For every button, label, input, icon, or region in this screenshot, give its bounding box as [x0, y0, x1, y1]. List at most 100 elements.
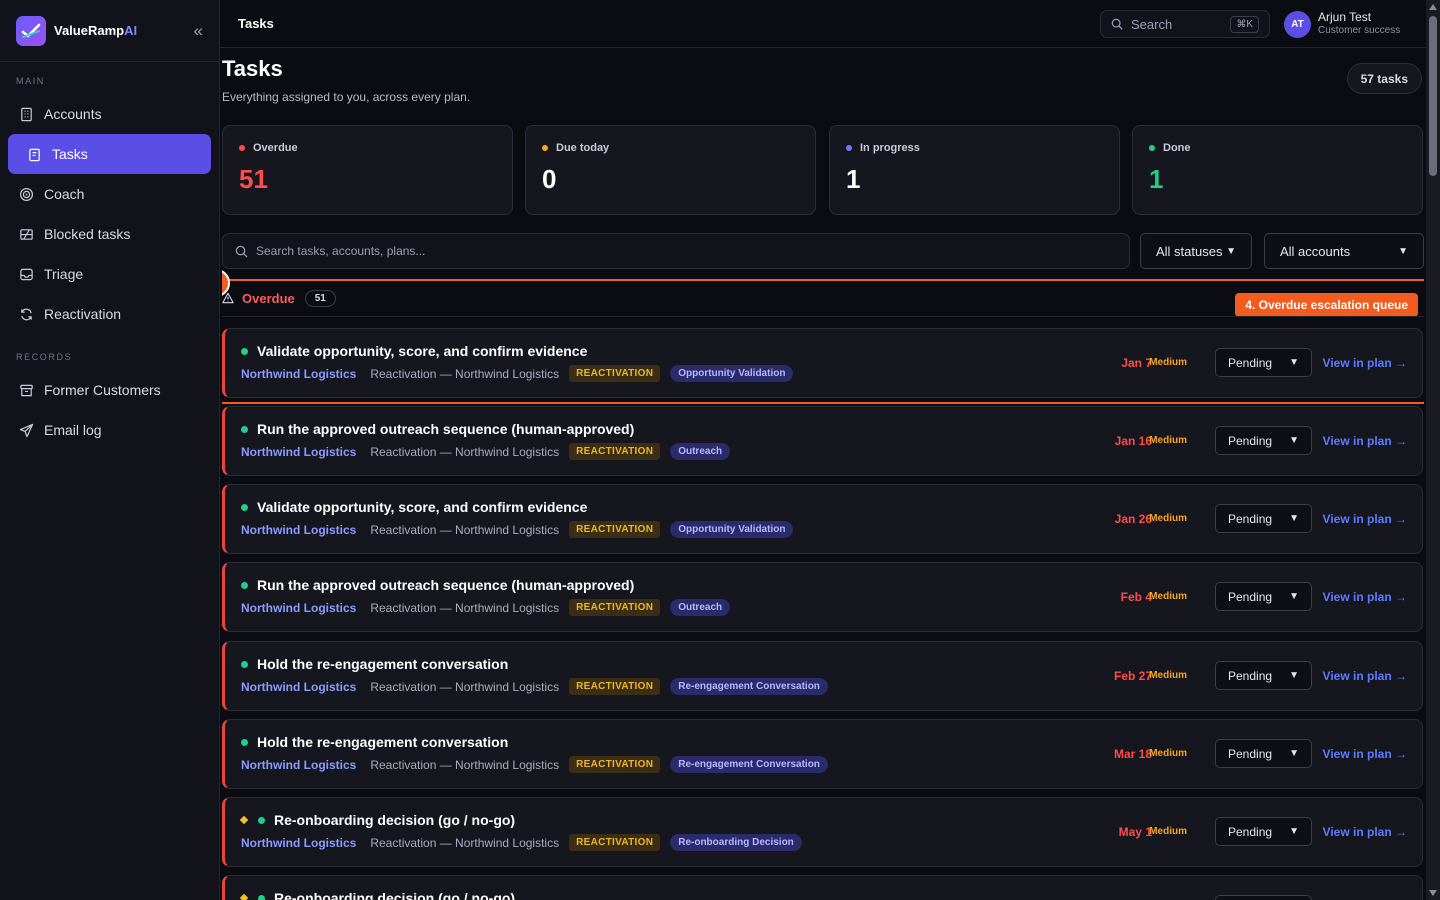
view-in-plan-link[interactable]: View in plan →	[1323, 356, 1407, 370]
sidebar-item-accounts[interactable]: Accounts	[8, 94, 211, 134]
clipboard-icon	[26, 146, 42, 162]
due-date: Feb 4	[1120, 590, 1152, 604]
priority-label: Medium	[1149, 826, 1187, 837]
priority-label: Medium	[1149, 591, 1187, 602]
task-title[interactable]: Hold the re-engagement conversation	[257, 656, 508, 672]
stat-card-in-progress[interactable]: In progress 1	[829, 125, 1120, 215]
task-meta: Northwind Logistics Reactivation — Northw…	[241, 521, 794, 538]
task-title[interactable]: Re-onboarding decision (go / no-go)	[274, 890, 515, 900]
status-dot-icon	[239, 145, 245, 151]
task-row[interactable]: Run the approved outreach sequence (huma…	[222, 562, 1423, 632]
view-in-plan-link[interactable]: View in plan →	[1323, 590, 1407, 604]
task-status-select[interactable]: Pending ▼	[1215, 504, 1312, 533]
stat-card-due-today[interactable]: Due today 0	[525, 125, 816, 215]
task-status-select[interactable]: Pending ▼	[1215, 661, 1312, 690]
account-link[interactable]: Northwind Logistics	[241, 445, 356, 459]
due-date: May 1	[1118, 825, 1152, 839]
due-date: Jan 7	[1121, 356, 1152, 370]
sidebar-item-former-customers[interactable]: Former Customers	[8, 370, 211, 410]
task-title[interactable]: Run the approved outreach sequence (huma…	[257, 421, 634, 437]
priority-label: Medium	[1149, 513, 1187, 524]
stage-tag: Opportunity Validation	[670, 365, 794, 382]
chevron-down-icon: ▼	[1226, 245, 1236, 257]
stat-card-done[interactable]: Done 1	[1132, 125, 1423, 215]
collapse-sidebar-icon[interactable]: «	[194, 21, 203, 41]
account-link[interactable]: Northwind Logistics	[241, 758, 356, 772]
task-status-select[interactable]	[1215, 895, 1312, 900]
due-date: Feb 27	[1113, 669, 1152, 683]
view-in-plan-link[interactable]: View in plan →	[1323, 825, 1407, 839]
refresh-icon	[18, 306, 34, 322]
page-subtitle: Everything assigned to you, across every…	[222, 90, 471, 104]
avatar[interactable]: AT	[1284, 11, 1311, 38]
task-row[interactable]: Hold the re-engagement conversation North…	[222, 719, 1423, 789]
account-link[interactable]: Northwind Logistics	[241, 523, 356, 537]
sidebar-item-blocked-tasks[interactable]: Blocked tasks	[8, 214, 211, 254]
sidebar-item-coach[interactable]: Coach	[8, 174, 211, 214]
view-in-plan-link[interactable]: View in plan →	[1323, 434, 1407, 448]
scroll-up-icon[interactable]	[1429, 4, 1437, 10]
account-link[interactable]: Northwind Logistics	[241, 601, 356, 615]
status-dot-icon	[542, 145, 548, 151]
page-scrollbar[interactable]	[1426, 0, 1440, 900]
status-dot-icon	[241, 425, 248, 433]
search-icon	[235, 245, 248, 258]
task-title-row: Re-onboarding decision (go / no-go)	[239, 890, 515, 900]
sidebar-item-label: Reactivation	[44, 306, 122, 322]
brand-name: ValueRampAI	[54, 23, 137, 38]
scroll-down-icon[interactable]	[1429, 890, 1437, 896]
task-status-select[interactable]: Pending ▼	[1215, 426, 1312, 455]
sidebar-item-email-log[interactable]: Email log	[8, 410, 211, 450]
global-search-input[interactable]: Search ⌘K	[1100, 10, 1270, 38]
task-status-select[interactable]: Pending ▼	[1215, 582, 1312, 611]
scroll-thumb[interactable]	[1429, 16, 1437, 176]
status-filter-select[interactable]: All statuses ▼	[1140, 233, 1252, 269]
group-title: Overdue	[242, 290, 295, 306]
task-status-select[interactable]: Pending ▼	[1215, 348, 1312, 377]
sidebar-item-reactivation[interactable]: Reactivation	[8, 294, 211, 334]
task-search-input[interactable]: Search tasks, accounts, plans...	[222, 233, 1130, 269]
due-date: Jan 16	[1114, 434, 1152, 448]
task-search-placeholder: Search tasks, accounts, plans...	[256, 244, 426, 258]
sidebar-item-tasks[interactable]: Tasks	[8, 134, 211, 174]
status-dot-icon	[258, 894, 265, 900]
account-link[interactable]: Northwind Logistics	[241, 836, 356, 850]
task-title[interactable]: Re-onboarding decision (go / no-go)	[274, 812, 515, 828]
priority-label: Medium	[1149, 435, 1187, 446]
stat-label: In progress	[860, 142, 920, 154]
chevron-down-icon: ▼	[1398, 245, 1408, 257]
account-filter-value: All accounts	[1280, 243, 1351, 259]
sidebar-item-triage[interactable]: Triage	[8, 254, 211, 294]
account-link[interactable]: Northwind Logistics	[241, 367, 356, 381]
task-status-value: Pending	[1228, 668, 1273, 683]
task-row[interactable]: Hold the re-engagement conversation North…	[222, 641, 1423, 711]
task-title[interactable]: Hold the re-engagement conversation	[257, 734, 508, 750]
plan-name: Reactivation — Northwind Logistics	[370, 444, 560, 459]
account-filter-select[interactable]: All accounts ▼	[1264, 233, 1424, 269]
stat-label-row: Due today	[542, 142, 799, 154]
escalation-queue-label: 4. Overdue escalation queue	[1235, 293, 1418, 317]
chevron-down-icon: ▼	[1289, 513, 1299, 524]
task-status-select[interactable]: Pending ▼	[1215, 739, 1312, 768]
task-row[interactable]: Validate opportunity, score, and confirm…	[222, 484, 1423, 554]
task-title[interactable]: Run the approved outreach sequence (huma…	[257, 577, 634, 593]
task-title[interactable]: Validate opportunity, score, and confirm…	[257, 343, 587, 359]
stat-card-overdue[interactable]: Overdue 51	[222, 125, 513, 215]
view-in-plan-link[interactable]: View in plan →	[1323, 669, 1407, 683]
task-row[interactable]: Run the approved outreach sequence (huma…	[222, 406, 1423, 476]
view-in-plan-link[interactable]: View in plan →	[1323, 747, 1407, 761]
blocked-icon	[18, 226, 34, 242]
task-row[interactable]: Re-onboarding decision (go / no-go)	[222, 875, 1423, 900]
chevron-down-icon: ▼	[1289, 826, 1299, 837]
user-menu[interactable]: Arjun Test Customer success	[1318, 10, 1400, 36]
task-status-select[interactable]: Pending ▼	[1215, 817, 1312, 846]
task-row[interactable]: Validate opportunity, score, and confirm…	[222, 328, 1423, 398]
task-status-value: Pending	[1228, 433, 1273, 448]
brand-header: ValueRampAI «	[0, 0, 219, 62]
target-icon	[18, 186, 34, 202]
task-row[interactable]: Re-onboarding decision (go / no-go) North…	[222, 797, 1423, 867]
task-title[interactable]: Validate opportunity, score, and confirm…	[257, 499, 587, 515]
view-in-plan-link[interactable]: View in plan →	[1323, 512, 1407, 526]
account-link[interactable]: Northwind Logistics	[241, 680, 356, 694]
stage-tag: Outreach	[670, 443, 731, 460]
